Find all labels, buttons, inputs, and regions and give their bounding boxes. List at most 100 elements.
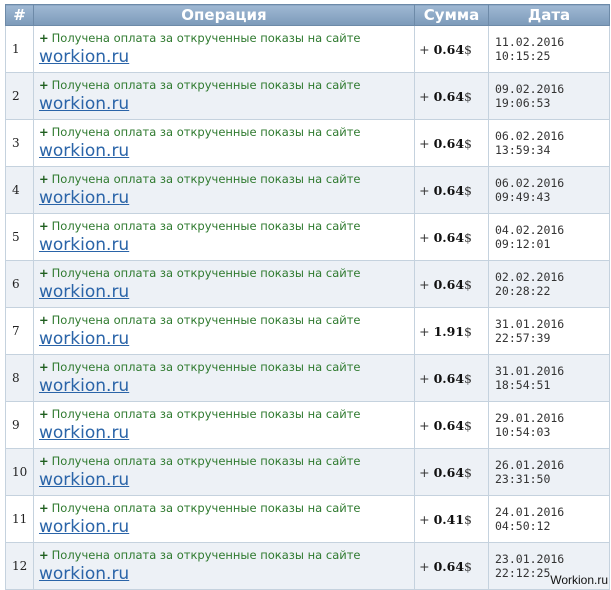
site-link[interactable]: workion.ru [39,423,129,444]
table-row: 7 + Получена оплата за открученные показы … [5,307,610,355]
operation-cell: + Получена оплата за открученные показы н… [33,401,415,449]
row-number: 8 [5,354,34,402]
date-value: 02.02.2016 [495,270,565,284]
amount-cell: + 0.64$ [414,25,489,73]
operation-description: + Получена оплата за открученные показы н… [39,407,414,422]
time-value: 09:49:43 [495,190,551,204]
amount-value: 0.64 [433,558,465,574]
amount-value: 0.64 [433,370,465,386]
site-link[interactable]: workion.ru [39,329,129,350]
currency-symbol: $ [464,41,472,57]
currency-symbol: $ [464,370,472,386]
amount-sign: + [419,511,430,527]
time-value: 23:31:50 [495,472,551,486]
date-value: 11.02.2016 [495,35,565,49]
operation-cell: + Получена оплата за открученные показы н… [33,542,415,590]
amount-sign: + [419,182,430,198]
time-value: 20:28:22 [495,284,551,298]
site-link[interactable]: workion.ru [39,282,129,303]
operation-cell: + Получена оплата за открученные показы н… [33,72,415,120]
site-link[interactable]: workion.ru [39,470,129,491]
table-row: 11 + Получена оплата за открученные показы… [5,495,610,543]
time-value: 13:59:34 [495,143,551,157]
table-row: 5 + Получена оплата за открученные показы … [5,213,610,261]
amount-value: 0.64 [433,464,465,480]
operation-description: + Получена оплата за открученные показы н… [39,454,414,469]
amount-value: 0.64 [433,417,465,433]
site-link[interactable]: workion.ru [39,517,129,538]
currency-symbol: $ [464,182,472,198]
date-cell: 02.02.2016 20:28:22 [488,260,610,308]
amount-sign: + [419,41,430,57]
amount-value: 1.91 [433,323,465,339]
operation-cell: + Получена оплата за открученные показы н… [33,119,415,167]
table-row: 2 + Получена оплата за открученные показы … [5,72,610,120]
plus-icon: + [39,124,49,139]
row-number: 2 [5,72,34,120]
column-header-operation[interactable]: Операция [33,4,415,26]
site-link[interactable]: workion.ru [39,376,129,397]
amount-sign: + [419,229,430,245]
currency-symbol: $ [464,323,472,339]
amount-cell: + 1.91$ [414,307,489,355]
amount-value: 0.41 [433,511,465,527]
row-number: 11 [5,495,34,543]
date-cell: 29.01.2016 10:54:03 [488,401,610,449]
operation-text: Получена оплата за открученные показы на… [51,359,361,374]
date-value: 23.01.2016 [495,552,565,566]
table-row: 6 + Получена оплата за открученные показы … [5,260,610,308]
operation-text: Получена оплата за открученные показы на… [51,218,361,233]
site-link[interactable]: workion.ru [39,47,129,68]
time-value: 10:15:25 [495,49,551,63]
date-value: 29.01.2016 [495,411,565,425]
currency-symbol: $ [464,511,472,527]
row-number: 12 [5,542,34,590]
site-link[interactable]: workion.ru [39,188,129,209]
amount-sign: + [419,323,430,339]
table-row: 12 + Получена оплата за открученные показы… [5,542,610,590]
date-value: 09.02.2016 [495,82,565,96]
date-cell: 04.02.2016 09:12:01 [488,213,610,261]
operation-cell: + Получена оплата за открученные показы н… [33,260,415,308]
operation-text: Получена оплата за открученные показы на… [51,500,361,515]
site-link[interactable]: workion.ru [39,235,129,256]
operation-cell: + Получена оплата за открученные показы н… [33,354,415,402]
table-row: 1 + Получена оплата за открученные показы … [5,25,610,73]
operation-description: + Получена оплата за открученные показы н… [39,501,414,516]
amount-sign: + [419,135,430,151]
column-header-amount[interactable]: Сумма [414,4,489,26]
date-cell: 06.02.2016 13:59:34 [488,119,610,167]
date-value: 04.02.2016 [495,223,565,237]
plus-icon: + [39,453,49,468]
date-cell: 26.01.2016 23:31:50 [488,448,610,496]
site-link[interactable]: workion.ru [39,94,129,115]
time-value: 04:50:12 [495,519,551,533]
operation-text: Получена оплата за открученные показы на… [51,265,361,280]
operation-description: + Получена оплата за открученные показы н… [39,172,414,187]
operation-cell: + Получена оплата за открученные показы н… [33,307,415,355]
operation-description: + Получена оплата за открученные показы н… [39,313,414,328]
table-row: 9 + Получена оплата за открученные показы … [5,401,610,449]
operation-cell: + Получена оплата за открученные показы н… [33,25,415,73]
amount-cell: + 0.64$ [414,213,489,261]
operation-description: + Получена оплата за открученные показы н… [39,219,414,234]
site-link[interactable]: workion.ru [39,564,129,585]
amount-cell: + 0.64$ [414,354,489,402]
row-number: 4 [5,166,34,214]
amount-sign: + [419,276,430,292]
date-cell: 24.01.2016 04:50:12 [488,495,610,543]
date-cell: 09.02.2016 19:06:53 [488,72,610,120]
row-number: 5 [5,213,34,261]
date-value: 31.01.2016 [495,317,565,331]
column-header-date[interactable]: Дата [488,4,610,26]
row-number: 9 [5,401,34,449]
currency-symbol: $ [464,135,472,151]
currency-symbol: $ [464,229,472,245]
row-number: 10 [5,448,34,496]
column-header-num[interactable]: # [5,4,34,26]
plus-icon: + [39,30,49,45]
amount-cell: + 0.64$ [414,448,489,496]
site-link[interactable]: workion.ru [39,141,129,162]
time-value: 09:12:01 [495,237,551,251]
date-value: 24.01.2016 [495,505,565,519]
